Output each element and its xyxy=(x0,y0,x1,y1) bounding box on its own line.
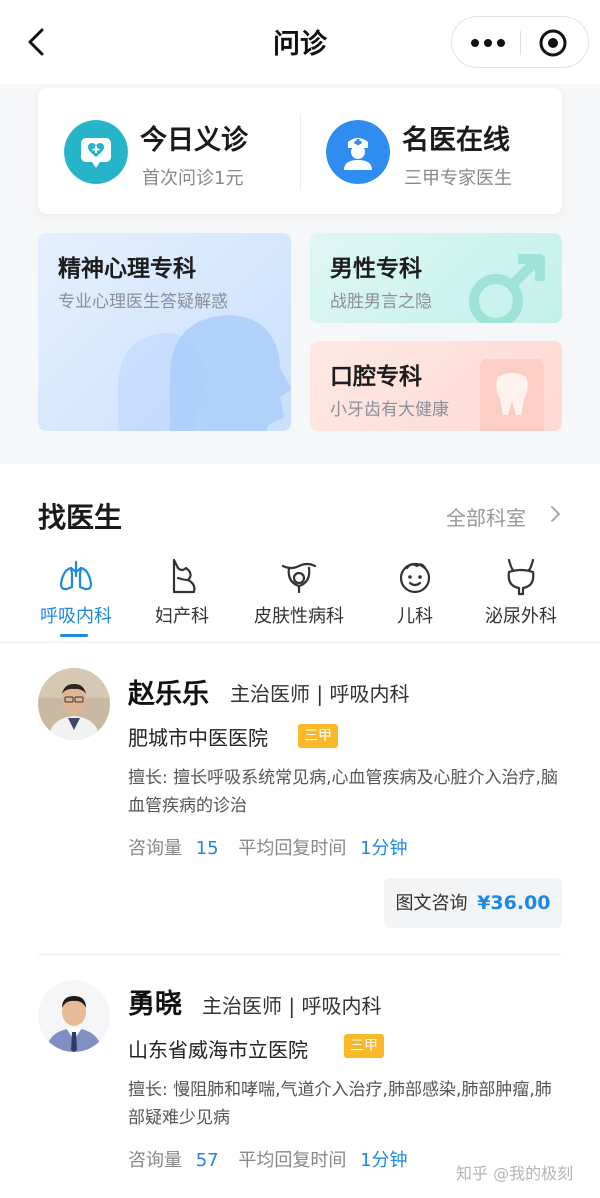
doctor-hospital: 山东省威海市立医院 xyxy=(128,1038,308,1062)
quick-entry-card: 今日义诊 首次问诊1元 名医在线 三甲专家医生 xyxy=(38,88,562,214)
tab-obstetrics[interactable]: 妇产科 xyxy=(127,556,237,636)
mini-program-capsule xyxy=(451,16,589,68)
famous-doctor-title: 名医在线 xyxy=(402,125,510,156)
consult-price: ¥36.00 xyxy=(477,892,551,914)
free-consult-title: 今日义诊 xyxy=(140,125,248,156)
bladder-icon xyxy=(507,558,535,596)
doctor-hospital: 肥城市中医医院 xyxy=(128,726,268,750)
doctor-divider xyxy=(38,954,562,955)
psychology-subtitle: 专业心理医生答疑解惑 xyxy=(58,292,228,312)
doctor-specialty-desc: 擅长: 擅长呼吸系统常见病,心血管疾病及心脏介入治疗,脑血管疾病的诊治 xyxy=(128,768,558,816)
doctor-stats: 咨询量 15 平均回复时间 1分钟 xyxy=(128,834,408,860)
more-icon[interactable] xyxy=(466,31,510,55)
free-consult-entry[interactable]: 今日义诊 首次问诊1元 xyxy=(38,88,300,214)
consult-count-value: 15 xyxy=(195,838,219,859)
tab-urology[interactable]: 泌尿外科 xyxy=(466,556,576,636)
head-silhouette-icon xyxy=(118,315,291,431)
doctor-specialty-desc: 擅长: 慢阻肺和哮喘,气道介入治疗,肺部感染,肺部肿瘤,肺部疑难少见病 xyxy=(128,1080,552,1128)
tab-label-urology: 泌尿外科 xyxy=(485,606,557,627)
male-specialty-subtitle: 战胜男言之隐 xyxy=(330,292,432,312)
section-title: 找医生 xyxy=(38,501,123,534)
close-mini-program-icon[interactable] xyxy=(538,28,568,58)
tab-respiratory[interactable]: 呼吸内科 xyxy=(21,556,131,636)
doctor-avatar xyxy=(38,980,110,1052)
doctor-avatar xyxy=(38,668,110,740)
male-specialty-title: 男性专科 xyxy=(330,256,422,282)
famous-doctor-subtitle: 三甲专家医生 xyxy=(404,168,512,189)
tabs-divider xyxy=(0,642,600,643)
chat-heart-icon xyxy=(64,120,128,184)
psychology-card[interactable]: 精神心理专科 专业心理医生答疑解惑 xyxy=(38,233,291,431)
dental-subtitle: 小牙齿有大健康 xyxy=(330,400,449,420)
tab-label-respiratory: 呼吸内科 xyxy=(40,606,112,627)
doctor-avatar-icon xyxy=(326,120,390,184)
capsule-divider xyxy=(520,31,521,55)
doctor-stats: 咨询量 57 平均回复时间 1分钟 xyxy=(128,1146,408,1172)
dental-card[interactable]: 口腔专科 小牙齿有大健康 xyxy=(310,341,562,431)
reply-time-value: 1分钟 xyxy=(360,838,408,859)
skin-icon xyxy=(281,562,317,594)
watermark-text: 知乎 @我的极刻 xyxy=(456,1164,574,1183)
doctor-name: 勇晓 xyxy=(128,989,182,1020)
male-specialty-card[interactable]: 男性专科 战胜男言之隐 xyxy=(310,233,562,323)
doctor-title-dept: 主治医师 | 呼吸内科 xyxy=(230,682,410,706)
hospital-grade-badge: 三甲 xyxy=(344,1034,384,1058)
nav-bar: 问诊 xyxy=(0,0,600,84)
consult-button-label: 图文咨询 xyxy=(395,893,468,914)
hospital-grade-badge: 三甲 xyxy=(298,724,338,748)
consult-count-value: 57 xyxy=(195,1150,219,1171)
tab-pediatrics[interactable]: 儿科 xyxy=(360,556,470,636)
reply-time-label: 平均回复时间 xyxy=(238,838,347,859)
all-departments-link[interactable]: 全部科室 xyxy=(446,502,526,531)
consult-count-label: 咨询量 xyxy=(128,838,182,859)
psychology-title: 精神心理专科 xyxy=(58,256,196,282)
famous-doctor-entry[interactable]: 名医在线 三甲专家医生 xyxy=(300,88,562,214)
child-face-icon xyxy=(399,562,431,594)
tooth-icon xyxy=(480,359,544,431)
tab-label-pediatrics: 儿科 xyxy=(397,606,433,627)
reply-time-label: 平均回复时间 xyxy=(238,1150,347,1171)
tab-dermatology[interactable]: 皮肤性病科 xyxy=(244,556,354,636)
text-consult-button[interactable]: 图文咨询 ¥36.00 xyxy=(384,878,562,928)
reply-time-value: 1分钟 xyxy=(360,1150,408,1171)
consult-count-label: 咨询量 xyxy=(128,1150,182,1171)
tab-label-obstetrics: 妇产科 xyxy=(155,606,209,627)
male-symbol-icon xyxy=(469,254,545,323)
tab-label-dermatology: 皮肤性病科 xyxy=(254,606,344,627)
free-consult-subtitle: 首次问诊1元 xyxy=(142,168,244,189)
doctor-title-dept: 主治医师 | 呼吸内科 xyxy=(202,994,382,1018)
lungs-icon xyxy=(59,560,93,591)
dental-title: 口腔专科 xyxy=(330,364,422,390)
doctor-name: 赵乐乐 xyxy=(128,679,209,710)
chevron-right-icon[interactable] xyxy=(548,504,562,524)
pregnancy-icon xyxy=(172,558,196,594)
active-tab-indicator xyxy=(60,634,88,637)
